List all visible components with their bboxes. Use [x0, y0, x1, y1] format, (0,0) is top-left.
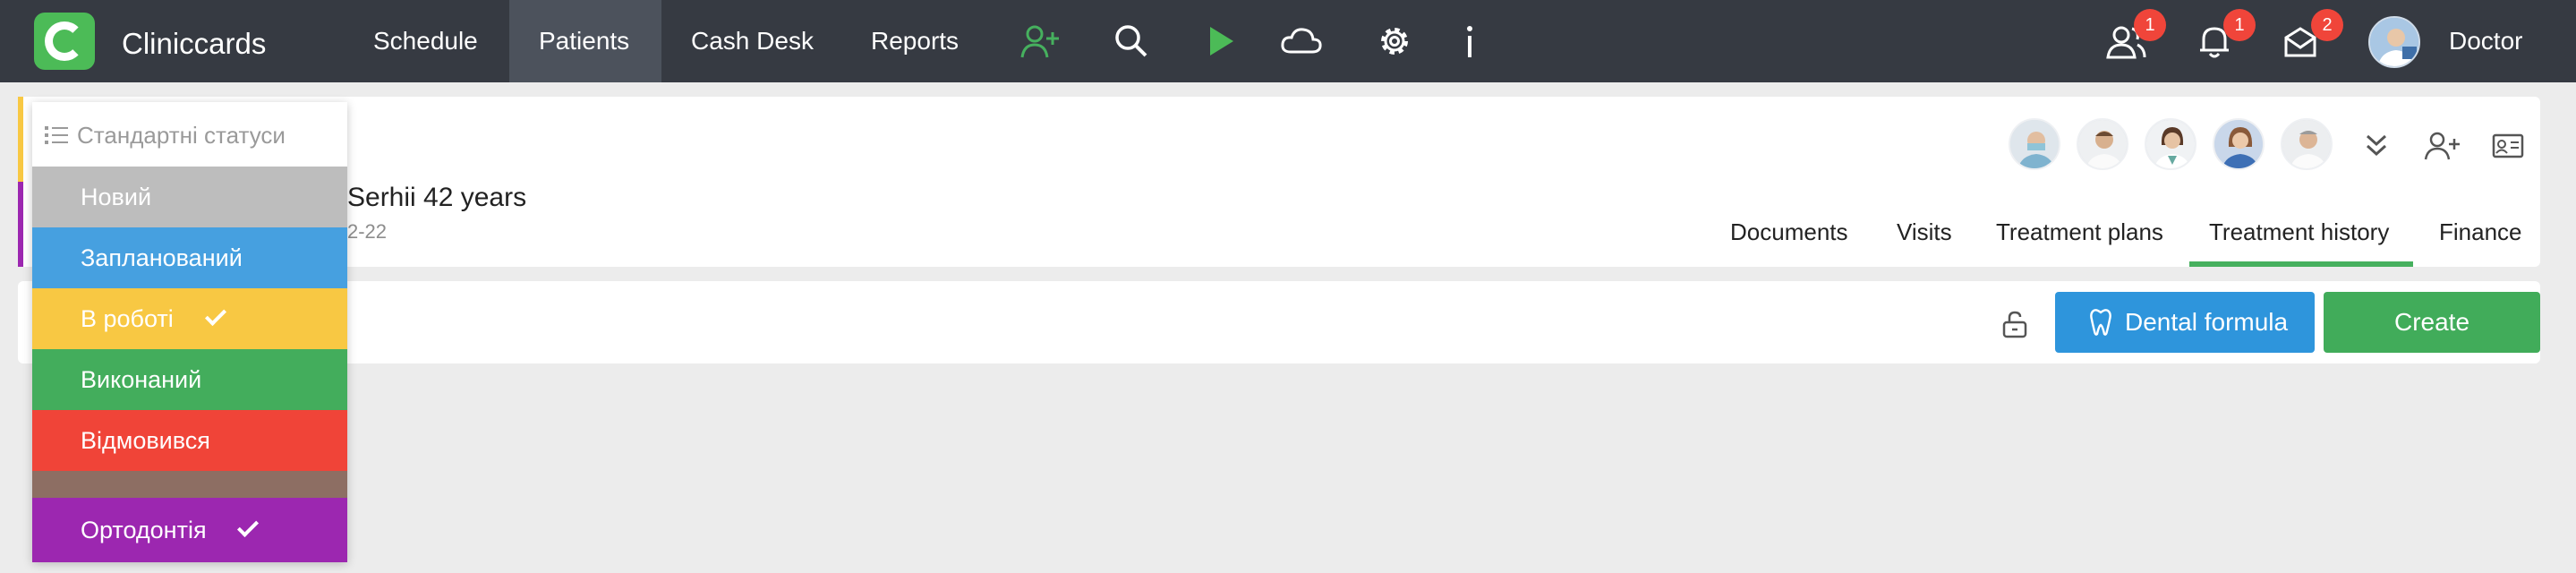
info-icon[interactable] — [1459, 23, 1480, 59]
top-navbar: Cliniccards Schedule Patients Cash Desk … — [0, 0, 2576, 82]
search-icon[interactable] — [1113, 23, 1149, 59]
status-option-orthodontics[interactable]: Ортодонтія — [32, 498, 347, 562]
staff-avatar[interactable] — [2145, 118, 2196, 170]
cliniccards-logo[interactable] — [34, 13, 95, 70]
active-tab-indicator — [2189, 261, 2413, 267]
tab-documents[interactable]: Documents — [1730, 218, 1848, 246]
cloud-icon[interactable] — [1280, 23, 1323, 59]
staff-avatar[interactable] — [2213, 118, 2265, 170]
nav-cash-desk[interactable]: Cash Desk — [691, 0, 814, 82]
status-option-completed[interactable]: Виконаний — [32, 349, 347, 410]
status-option-new[interactable]: Новий — [32, 167, 347, 227]
tab-visits[interactable]: Visits — [1897, 218, 1952, 246]
tab-treatment-plans[interactable]: Treatment plans — [1996, 218, 2163, 246]
gear-icon[interactable] — [1377, 23, 1412, 59]
brand-name[interactable]: Cliniccards — [122, 27, 266, 61]
id-card-icon[interactable] — [2492, 133, 2524, 159]
add-user-icon[interactable] — [2424, 131, 2461, 161]
status-dropdown-header: Стандартні статуси — [32, 102, 347, 167]
status-stripe-in-work — [18, 97, 23, 182]
users-notification-badge: 1 — [2134, 9, 2166, 41]
tooth-icon — [2090, 309, 2111, 336]
staff-avatar[interactable] — [2009, 118, 2060, 170]
status-dropdown: Стандартні статуси Новий Запланований В … — [32, 102, 347, 562]
dental-formula-button[interactable]: Dental formula — [2055, 292, 2315, 353]
status-option-planned[interactable]: Запланований — [32, 227, 347, 288]
status-option-refused[interactable]: Відмовився — [32, 410, 347, 471]
add-user-icon[interactable] — [1020, 23, 1062, 59]
status-option-unnamed[interactable] — [32, 471, 347, 498]
status-option-in-work[interactable]: В роботі — [32, 288, 347, 349]
patient-name: Serhii 42 years — [347, 183, 527, 212]
bell-notification-badge: 1 — [2223, 9, 2256, 41]
mail-notification-badge: 2 — [2311, 9, 2343, 41]
nav-schedule[interactable]: Schedule — [373, 0, 478, 82]
create-button[interactable]: Create — [2324, 292, 2540, 353]
doctor-avatar[interactable] — [2368, 16, 2420, 68]
dental-formula-label: Dental formula — [2125, 308, 2289, 336]
staff-avatar[interactable] — [2281, 118, 2333, 170]
checkmark-icon — [236, 515, 260, 538]
status-stripe-orthodontics — [18, 182, 23, 267]
unlock-icon[interactable] — [2001, 310, 2028, 338]
list-icon — [45, 126, 68, 144]
chevron-double-down-icon[interactable] — [2365, 133, 2388, 159]
nav-patients[interactable]: Patients — [539, 0, 629, 82]
patient-birthdate: 2-22 — [347, 220, 388, 243]
play-icon[interactable] — [1203, 23, 1239, 59]
user-name[interactable]: Doctor — [2449, 27, 2522, 56]
tab-finance[interactable]: Finance — [2439, 218, 2522, 246]
nav-reports[interactable]: Reports — [871, 0, 959, 82]
checkmark-icon — [204, 304, 227, 327]
tab-treatment-history[interactable]: Treatment history — [2209, 218, 2389, 246]
staff-avatar[interactable] — [2077, 118, 2128, 170]
